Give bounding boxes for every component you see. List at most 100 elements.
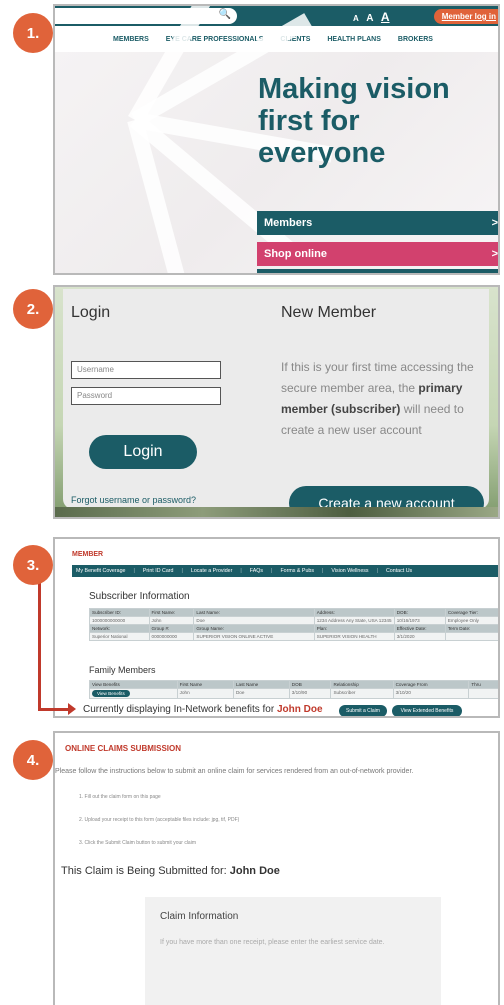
table-cell: Effective Date:	[393, 624, 446, 633]
claims-step-2: 2. Upload your receipt to this form (acc…	[79, 817, 240, 823]
members-button[interactable]: Members >	[257, 211, 498, 235]
hero-headline: Making vision first for everyone	[258, 73, 450, 169]
table-cell: 1000000000000	[89, 616, 150, 625]
table-cell: DOB:	[393, 608, 446, 617]
table-cell: Address:	[313, 608, 395, 617]
table-cell: Employee Only	[444, 616, 498, 625]
table-cell: View Benefits	[89, 688, 178, 699]
family-members-title: Family Members	[89, 665, 156, 675]
view-benefits-button[interactable]: View Benefits	[92, 690, 130, 697]
table-cell: Doe	[193, 616, 315, 625]
table-row: Subscriber ID: First Name: Last Name: Ad…	[89, 608, 498, 617]
search-input[interactable]: 🔍	[55, 8, 237, 24]
headline-line-3: everyone	[258, 137, 386, 169]
claims-intro: Please follow the instructions below to …	[55, 768, 414, 775]
view-extended-benefits-button[interactable]: View Extended Benefits	[392, 705, 462, 716]
claims-panel: ONLINE CLAIMS SUBMISSION Please follow t…	[53, 731, 500, 1005]
table-cell: SUPERIOR VISION ONLINE ACTIVE	[193, 632, 315, 641]
submit-claim-button[interactable]: Submit a Claim	[339, 705, 387, 716]
username-field[interactable]: Username	[71, 361, 221, 379]
table-cell: Network:	[89, 624, 150, 633]
table-cell: Plan:	[313, 624, 395, 633]
table-cell: Coverage From	[392, 680, 470, 689]
login-panel: Login Username Password Login Forgot use…	[53, 285, 500, 519]
table-cell: 10/16/1973	[393, 616, 446, 625]
displaying-benefits-text: Currently displaying In-Network benefits…	[83, 704, 323, 715]
table-cell	[444, 632, 498, 641]
headline-line-2: first for	[258, 105, 360, 137]
table-cell: Last Name	[232, 680, 290, 689]
table-cell: Subscriber ID:	[89, 608, 150, 617]
table-cell: Relationship	[330, 680, 394, 689]
step-badge-4: 4.	[13, 740, 53, 780]
nav-separator: |	[181, 568, 183, 574]
nav-health-plans[interactable]: HEALTH PLANS	[327, 36, 381, 43]
table-cell: DOB	[288, 680, 332, 689]
step-badge-1: 1.	[13, 13, 53, 53]
table-row: 1000000000000 John Doe 1234 Address Any …	[89, 616, 498, 625]
table-cell: Doe	[232, 688, 290, 699]
nav-print-id-card[interactable]: Print ID Card	[143, 568, 174, 574]
font-size-large[interactable]: A	[381, 10, 390, 24]
headline-line-1: Making vision	[258, 73, 450, 105]
member-nav: My Benefit Coverage | Print ID Card | Loca…	[72, 565, 498, 577]
claim-info-text: If you have more than one receipt, pleas…	[160, 939, 385, 946]
table-row: Superior National 0000000000 SUPERIOR VI…	[89, 632, 498, 641]
nav-faqs[interactable]: FAQs	[250, 568, 263, 574]
callout-arrow	[38, 708, 71, 711]
displaying-label: Currently displaying In-Network benefits…	[83, 704, 275, 715]
font-size-medium[interactable]: A	[366, 13, 373, 24]
nav-vision-wellness[interactable]: Vision Wellness	[331, 568, 368, 574]
table-cell: Coverage Tier:	[444, 608, 498, 617]
nav-separator: |	[271, 568, 273, 574]
nav-brokers[interactable]: BROKERS	[398, 36, 433, 43]
background-foliage	[55, 507, 498, 517]
step-badge-3: 3.	[13, 545, 53, 585]
member-panel: MEMBER My Benefit Coverage | Print ID Car…	[53, 537, 500, 718]
homepage-panel: 🔍 A A A Member log in MEMBERS EYE CARE P…	[53, 4, 500, 275]
nav-locate-provider[interactable]: Locate a Provider	[191, 568, 233, 574]
subscriber-table: Subscriber ID: First Name: Last Name: Ad…	[89, 608, 498, 641]
table-cell: John	[176, 688, 234, 699]
table-cell: John	[148, 616, 195, 625]
nav-my-benefit-coverage[interactable]: My Benefit Coverage	[76, 568, 125, 574]
table-cell: Subscriber	[330, 688, 394, 699]
table-cell: Superior National	[89, 632, 150, 641]
member-name: John Doe	[276, 704, 323, 715]
claims-title: ONLINE CLAIMS SUBMISSION	[65, 744, 182, 753]
login-button[interactable]: Login	[89, 435, 197, 469]
claims-step-1: 1. Fill out the claim form on this page	[79, 794, 161, 800]
table-cell: 1234 Address Any State, USA 12345	[313, 616, 395, 625]
font-size-small[interactable]: A	[353, 14, 359, 23]
nav-separator: |	[240, 568, 242, 574]
member-title: MEMBER	[72, 551, 104, 558]
table-cell: Last Name:	[193, 608, 315, 617]
font-size-controls: A A A	[353, 8, 393, 26]
chevron-right-icon: >	[491, 217, 498, 229]
claim-for-name: John Doe	[229, 865, 280, 877]
next-button-strip[interactable]	[257, 269, 498, 273]
shop-online-button[interactable]: Shop online >	[257, 242, 498, 266]
nav-contact-us[interactable]: Contact Us	[386, 568, 412, 574]
nav-members[interactable]: MEMBERS	[113, 36, 149, 43]
table-cell: Group Name:	[193, 624, 315, 633]
password-field[interactable]: Password	[71, 387, 221, 405]
search-icon[interactable]: 🔍	[219, 9, 231, 20]
table-cell: 3/10/90	[288, 688, 332, 699]
callout-arrow	[38, 578, 41, 711]
forgot-credentials-link[interactable]: Forgot username or password?	[71, 495, 196, 505]
new-member-title: New Member	[281, 304, 377, 321]
top-bar: 🔍 A A A Member log in	[55, 6, 498, 26]
claim-info-title: Claim Information	[160, 911, 239, 922]
table-cell: 0000000000	[148, 632, 195, 641]
table-row: View Benefits First Name Last Name DOB R…	[89, 680, 498, 689]
login-card: Login Username Password Login Forgot use…	[63, 289, 489, 517]
member-login-button[interactable]: Member log in	[433, 9, 498, 24]
table-cell: First Name:	[148, 608, 195, 617]
table-cell: 3/1/2020	[393, 632, 446, 641]
table-cell: Group #:	[148, 624, 195, 633]
nav-separator: |	[322, 568, 324, 574]
callout-arrow-head	[68, 703, 76, 715]
nav-forms-pubs[interactable]: Forms & Pubs	[280, 568, 314, 574]
shop-online-label: Shop online	[264, 248, 327, 260]
